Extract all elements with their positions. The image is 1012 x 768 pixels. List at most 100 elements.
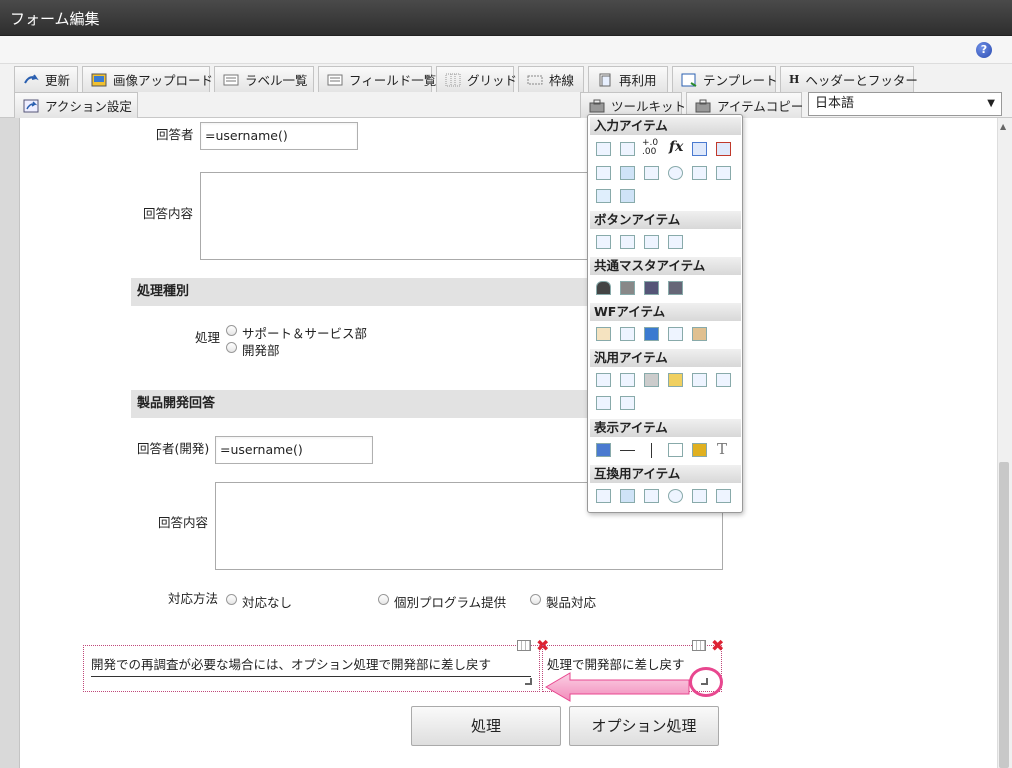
datetime-item-icon[interactable] xyxy=(716,142,731,156)
radio-individual-program-label: 個別プログラム提供 xyxy=(394,595,507,610)
grid-edit-icon[interactable] xyxy=(692,640,706,651)
checkbox-item-icon[interactable] xyxy=(644,166,659,180)
tab-border[interactable]: 枠線 xyxy=(518,66,584,92)
section-processing-type: 処理種別 xyxy=(131,278,591,306)
tab-label-list[interactable]: ラベル一覧 xyxy=(214,66,314,92)
tab-reuse[interactable]: 再利用 xyxy=(588,66,668,92)
clipboard-item-icon[interactable] xyxy=(596,327,611,341)
pulldown-item-icon[interactable] xyxy=(692,166,707,180)
formula-item-icon[interactable]: fx xyxy=(669,139,683,155)
text-item-icon[interactable]: T xyxy=(717,440,727,458)
tab-update[interactable]: 更新 xyxy=(14,66,78,92)
refresh-icon xyxy=(23,73,39,87)
radio-product-action[interactable] xyxy=(530,594,541,605)
number-item-icon[interactable]: +.0.00 xyxy=(642,139,658,157)
radio-support[interactable] xyxy=(226,325,237,336)
panel-item-icon[interactable] xyxy=(596,396,611,410)
briefcase-icon xyxy=(695,99,711,113)
respondent-label: 回答者 xyxy=(156,127,194,142)
camera-item-icon[interactable] xyxy=(644,373,659,387)
radio-no-action[interactable] xyxy=(226,594,237,605)
respondent-input[interactable]: =username() xyxy=(200,122,358,150)
toolbar: 更新 画像アップロード ラベル一覧 フィールド一覧 グリッド 枠線 再利用 テン… xyxy=(0,64,1012,118)
image-upload-icon xyxy=(91,73,107,87)
compat-select-icon[interactable] xyxy=(596,489,611,503)
tab-grid[interactable]: グリッド xyxy=(436,66,518,92)
file-upload-item-icon[interactable] xyxy=(692,373,707,387)
tab-action-settings[interactable]: アクション設定 xyxy=(14,92,138,118)
tab-grid-label: グリッド xyxy=(467,73,518,88)
history-item-icon[interactable] xyxy=(668,327,683,341)
scroll-up-icon[interactable]: ▲ xyxy=(1000,122,1006,131)
button-return-icon[interactable] xyxy=(668,235,683,249)
close-icon[interactable]: ✖ xyxy=(711,638,724,654)
tab-template[interactable]: テンプレート xyxy=(672,66,778,92)
resize-handle-icon[interactable] xyxy=(701,678,708,685)
organization-item-icon[interactable] xyxy=(620,281,635,295)
help-icon[interactable]: ? xyxy=(976,42,992,58)
resize-direction-arrow-icon xyxy=(545,672,690,702)
compat-list-icon[interactable] xyxy=(620,489,635,503)
list-item-icon[interactable] xyxy=(620,166,635,180)
radio-development[interactable] xyxy=(226,342,237,353)
user-item-icon[interactable] xyxy=(596,281,611,295)
process-button[interactable]: 処理 xyxy=(411,706,561,746)
help-bar: ? xyxy=(0,36,1012,64)
compat-listbox-icon[interactable] xyxy=(716,489,731,503)
upload-item-icon[interactable] xyxy=(596,189,611,203)
toolkit-palette: 入力アイテム +.0.00 fx ボタンアイテム 共通マスタアイテム WFアイテ… xyxy=(587,114,743,513)
frame-item-icon[interactable] xyxy=(668,443,683,457)
textbox-item-icon[interactable] xyxy=(596,142,611,156)
listbox-item-icon[interactable] xyxy=(716,166,731,180)
language-select[interactable]: 日本語 ▼ xyxy=(808,92,1002,116)
label-display-icon[interactable] xyxy=(596,443,611,457)
tab-field-list[interactable]: フィールド一覧 xyxy=(318,66,436,92)
tab-header-footer[interactable]: H ヘッダーとフッター xyxy=(780,66,918,92)
attachment-item-icon[interactable] xyxy=(620,327,635,341)
role-item-icon[interactable] xyxy=(644,281,659,295)
button-back-icon[interactable] xyxy=(644,235,659,249)
tab-update-label: 更新 xyxy=(45,73,71,88)
stamp-item-icon[interactable] xyxy=(692,327,707,341)
vertical-line-icon[interactable] xyxy=(651,443,652,458)
compat-radio-icon[interactable] xyxy=(668,489,683,503)
image-view-item-icon[interactable] xyxy=(620,396,635,410)
public-group-item-icon[interactable] xyxy=(668,281,683,295)
radio-individual-program[interactable] xyxy=(378,594,389,605)
window-titlebar: フォーム編集 xyxy=(0,0,1012,36)
horizontal-line-icon[interactable] xyxy=(620,450,635,451)
chevron-down-icon: ▼ xyxy=(987,98,995,109)
radio-no-action-label: 対応なし xyxy=(242,595,293,610)
button-confirm-icon[interactable] xyxy=(596,235,611,249)
dotted-line-item-icon[interactable] xyxy=(596,373,611,387)
file-download-item-icon[interactable] xyxy=(716,373,731,387)
date-item-icon[interactable] xyxy=(692,142,707,156)
action-icon xyxy=(23,99,39,113)
grid-item-icon[interactable] xyxy=(620,189,635,203)
compat-checkbox-icon[interactable] xyxy=(644,489,659,503)
grid-edit-icon[interactable] xyxy=(517,640,531,651)
palette-section-button: ボタンアイテム xyxy=(590,211,741,229)
dev-respondent-label: 回答者(開発) xyxy=(137,441,210,456)
tab-action-settings-label: アクション設定 xyxy=(45,99,132,114)
search-item-icon[interactable] xyxy=(668,373,683,387)
tab-toolkit-label: ツールキット xyxy=(611,99,687,114)
radio-item-icon[interactable] xyxy=(668,166,683,180)
picture-item-icon[interactable] xyxy=(692,443,707,457)
tab-image-upload[interactable]: 画像アップロード xyxy=(82,66,213,92)
image-item-icon[interactable] xyxy=(644,327,659,341)
answer-textarea[interactable] xyxy=(200,172,590,260)
tab-field-list-label: フィールド一覧 xyxy=(349,73,437,88)
resize-handle-icon[interactable] xyxy=(525,678,532,685)
scrollbar-thumb[interactable] xyxy=(999,462,1009,768)
select-item-icon[interactable] xyxy=(596,166,611,180)
dev-respondent-input[interactable]: =username() xyxy=(215,436,373,464)
button-next-icon[interactable] xyxy=(620,235,635,249)
compat-pulldown-icon[interactable] xyxy=(692,489,707,503)
language-value: 日本語 xyxy=(815,96,855,111)
document-item-icon[interactable] xyxy=(620,373,635,387)
option-process-button[interactable]: オプション処理 xyxy=(569,706,719,746)
grid-icon xyxy=(445,73,461,87)
textarea-item-icon[interactable] xyxy=(620,142,635,156)
tab-reuse-label: 再利用 xyxy=(619,73,657,88)
